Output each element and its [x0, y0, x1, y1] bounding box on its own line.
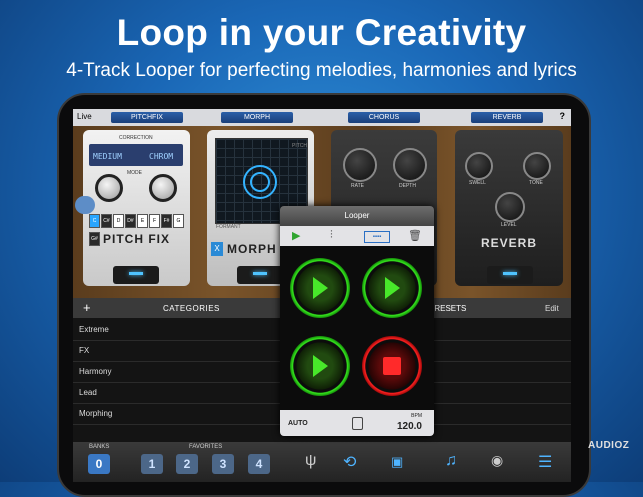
depth-knob[interactable]	[393, 148, 427, 182]
stop-icon	[383, 357, 401, 375]
track-2-play-button[interactable]	[362, 258, 422, 318]
morph-target-inner	[250, 172, 270, 192]
key-e[interactable]: E	[137, 214, 148, 228]
key-c-sharp[interactable]: C#	[101, 214, 112, 228]
auto-button[interactable]: AUTO	[288, 420, 308, 427]
mic-indicator	[75, 196, 95, 214]
edit-button[interactable]: Edit	[545, 304, 559, 313]
add-category-button[interactable]: +	[83, 300, 91, 315]
menu-icon[interactable]: ☰	[538, 452, 552, 472]
key-d[interactable]: D	[113, 214, 124, 228]
pitchfix-led	[129, 272, 143, 275]
level-knob[interactable]	[495, 192, 525, 222]
pitchfix-name: PITCH FIX	[102, 232, 170, 246]
reverb-name: REVERB	[480, 236, 537, 250]
lcd-mode-value: MEDIUM	[93, 152, 122, 161]
pitchfix-display: MEDIUM CHROM	[89, 144, 183, 166]
reverb-pedal[interactable]: SWELL TONE LEVEL REVERB	[455, 130, 563, 286]
metronome-icon[interactable]	[352, 417, 363, 430]
trash-icon[interactable]: 🗑	[408, 229, 422, 242]
play-icon	[313, 277, 328, 299]
pitchfix-pedal[interactable]: CORRECTION MEDIUM CHROM MODE C C# D D# E F F# G…	[83, 130, 190, 286]
favorite-1-button[interactable]: 1	[141, 454, 163, 474]
rate-label: RATE	[351, 183, 364, 189]
reverb-led	[503, 272, 517, 275]
lcd-scale-value: CHROM	[149, 152, 174, 161]
tab-morph[interactable]: MORPH	[221, 112, 293, 123]
track-4-stop-button[interactable]	[362, 336, 422, 396]
tape-recorder-icon[interactable]: ▣	[391, 454, 403, 470]
settings-dial-icon[interactable]: ◉	[491, 452, 503, 469]
morph-footswitch[interactable]	[237, 266, 283, 284]
bottom-toolbar: BANKS 0 FAVORITES 1 2 3 4 ψ ⟲ ▣ ♫ ◉ ☰	[73, 442, 571, 482]
play-all-icon[interactable]: ▶	[292, 229, 300, 242]
tone-knob[interactable]	[523, 152, 551, 180]
looper-popup: Looper ▶ ⫶ ▪▪▪▪ 🗑 AUTO BPM 120.0	[280, 206, 434, 436]
hero-subtitle: 4-Track Looper for perfecting melodies, …	[66, 60, 577, 81]
favorite-2-button[interactable]: 2	[176, 454, 198, 474]
correction-knob[interactable]	[95, 174, 123, 202]
key-c[interactable]: C	[89, 214, 100, 228]
level-label: LEVEL	[501, 222, 517, 228]
swell-knob[interactable]	[465, 152, 493, 180]
pitchfix-footswitch[interactable]	[113, 266, 159, 284]
key-d-sharp[interactable]: D#	[125, 214, 136, 228]
help-button[interactable]: ?	[560, 111, 566, 121]
categories-title: CATEGORIES	[163, 304, 220, 313]
watermark-logo: AUDIOZ	[588, 440, 630, 451]
loop-icon[interactable]: ⟲	[343, 452, 356, 472]
favorite-4-button[interactable]: 4	[248, 454, 270, 474]
looper-toolbar: ▶ ⫶ ▪▪▪▪ 🗑	[280, 226, 434, 246]
formant-axis-label: FORMANT	[216, 224, 241, 230]
reverb-footswitch[interactable]	[487, 266, 533, 284]
pitch-axis-label: PITCH	[292, 143, 307, 149]
music-note-icon[interactable]: ♫	[445, 452, 457, 470]
morph-led	[253, 272, 267, 275]
looper-title: Looper	[280, 206, 434, 226]
mixer-icon[interactable]: ⫶	[330, 229, 333, 242]
key-f[interactable]: F	[149, 214, 160, 228]
play-icon	[385, 277, 400, 299]
favorites-label: FAVORITES	[189, 444, 223, 450]
rate-knob[interactable]	[343, 148, 377, 182]
looper-footer: AUTO BPM 120.0	[280, 410, 434, 436]
depth-label: DEPTH	[399, 183, 416, 189]
morph-x-button[interactable]: X	[211, 242, 223, 256]
favorite-3-button[interactable]: 3	[212, 454, 234, 474]
track-1-play-button[interactable]	[290, 258, 350, 318]
live-label[interactable]: Live	[77, 112, 92, 121]
bpm-value[interactable]: 120.0	[397, 421, 422, 432]
bpm-label: BPM	[411, 413, 422, 419]
bank-button[interactable]: 0	[88, 454, 110, 474]
hero-title: Loop in your Creativity	[116, 12, 527, 53]
tab-reverb[interactable]: REVERB	[471, 112, 543, 123]
swell-label: SWELL	[469, 180, 486, 186]
top-bar: Live PITCHFIX MORPH CHORUS REVERB ?	[73, 109, 571, 126]
correction-label: CORRECTION	[119, 135, 153, 141]
key-f-sharp[interactable]: F#	[161, 214, 172, 228]
morph-name: MORPH	[227, 242, 277, 256]
track-count-icon[interactable]: ▪▪▪▪	[364, 231, 390, 243]
mode-knob[interactable]	[149, 174, 177, 202]
track-3-play-button[interactable]	[290, 336, 350, 396]
mode-label: MODE	[127, 170, 142, 176]
tab-pitchfix[interactable]: PITCHFIX	[111, 112, 183, 123]
presets-title: PRESETS	[429, 304, 467, 313]
banks-label: BANKS	[89, 444, 110, 450]
tab-chorus[interactable]: CHORUS	[348, 112, 420, 123]
tone-label: TONE	[529, 180, 543, 186]
play-icon	[313, 355, 328, 377]
key-g[interactable]: G	[173, 214, 184, 228]
tuner-fork-icon[interactable]: ψ	[305, 452, 316, 470]
